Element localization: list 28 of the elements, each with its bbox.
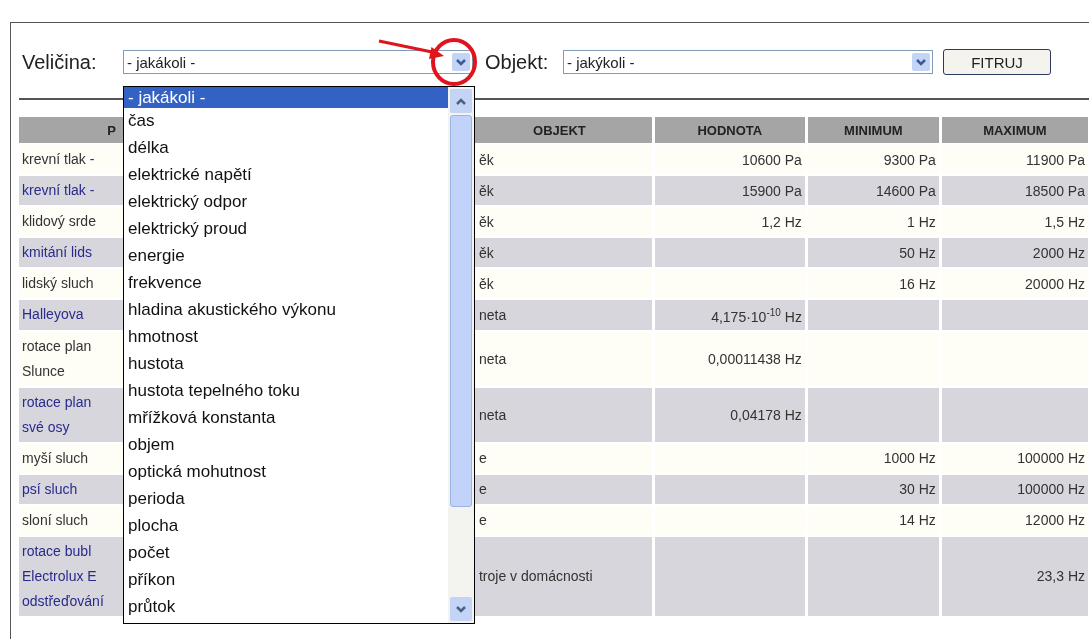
table-cell: 4,175·10$^{-10}$ Hz [654,300,805,330]
table-cell: 30 Hz [807,474,939,504]
table-cell: 18500 Pa [941,176,1088,205]
table-cell: 0,04178 Hz [654,387,805,442]
table-cell: 2000 Hz [941,238,1088,267]
filter-label: Objekt: [485,50,550,74]
column-header: HODNOTA [654,117,805,143]
table-cell: 15900 Pa [654,176,805,205]
column-header: MINIMUM [807,117,939,143]
table-cell: 9300 Pa [807,145,939,174]
table-cell: 1 Hz [807,207,939,236]
table-cell: 10600 Pa [654,145,805,174]
table-cell: 100000 Hz [941,474,1088,504]
table-cell: 1000 Hz [807,443,939,473]
table-cell: 1,5 Hz [941,207,1088,236]
table-cell: 50 Hz [807,238,939,267]
table-cell: 100000 Hz [941,443,1088,473]
filter-label: Veličina: [22,50,98,74]
table-cell: 23,3 Hz [941,536,1088,616]
table-cell: 20000 Hz [941,269,1088,298]
table-cell: 0,00011438 Hz [654,331,805,386]
table-cell: 1,2 Hz [654,207,805,236]
table-cell: 14600 Pa [807,176,939,205]
table-cell: 14 Hz [807,505,939,535]
column-header: MAXIMUM [941,117,1088,143]
table-cell: 12000 Hz [941,505,1088,535]
table-cell: 11900 Pa [941,145,1088,174]
table-cell: 16 Hz [807,269,939,298]
